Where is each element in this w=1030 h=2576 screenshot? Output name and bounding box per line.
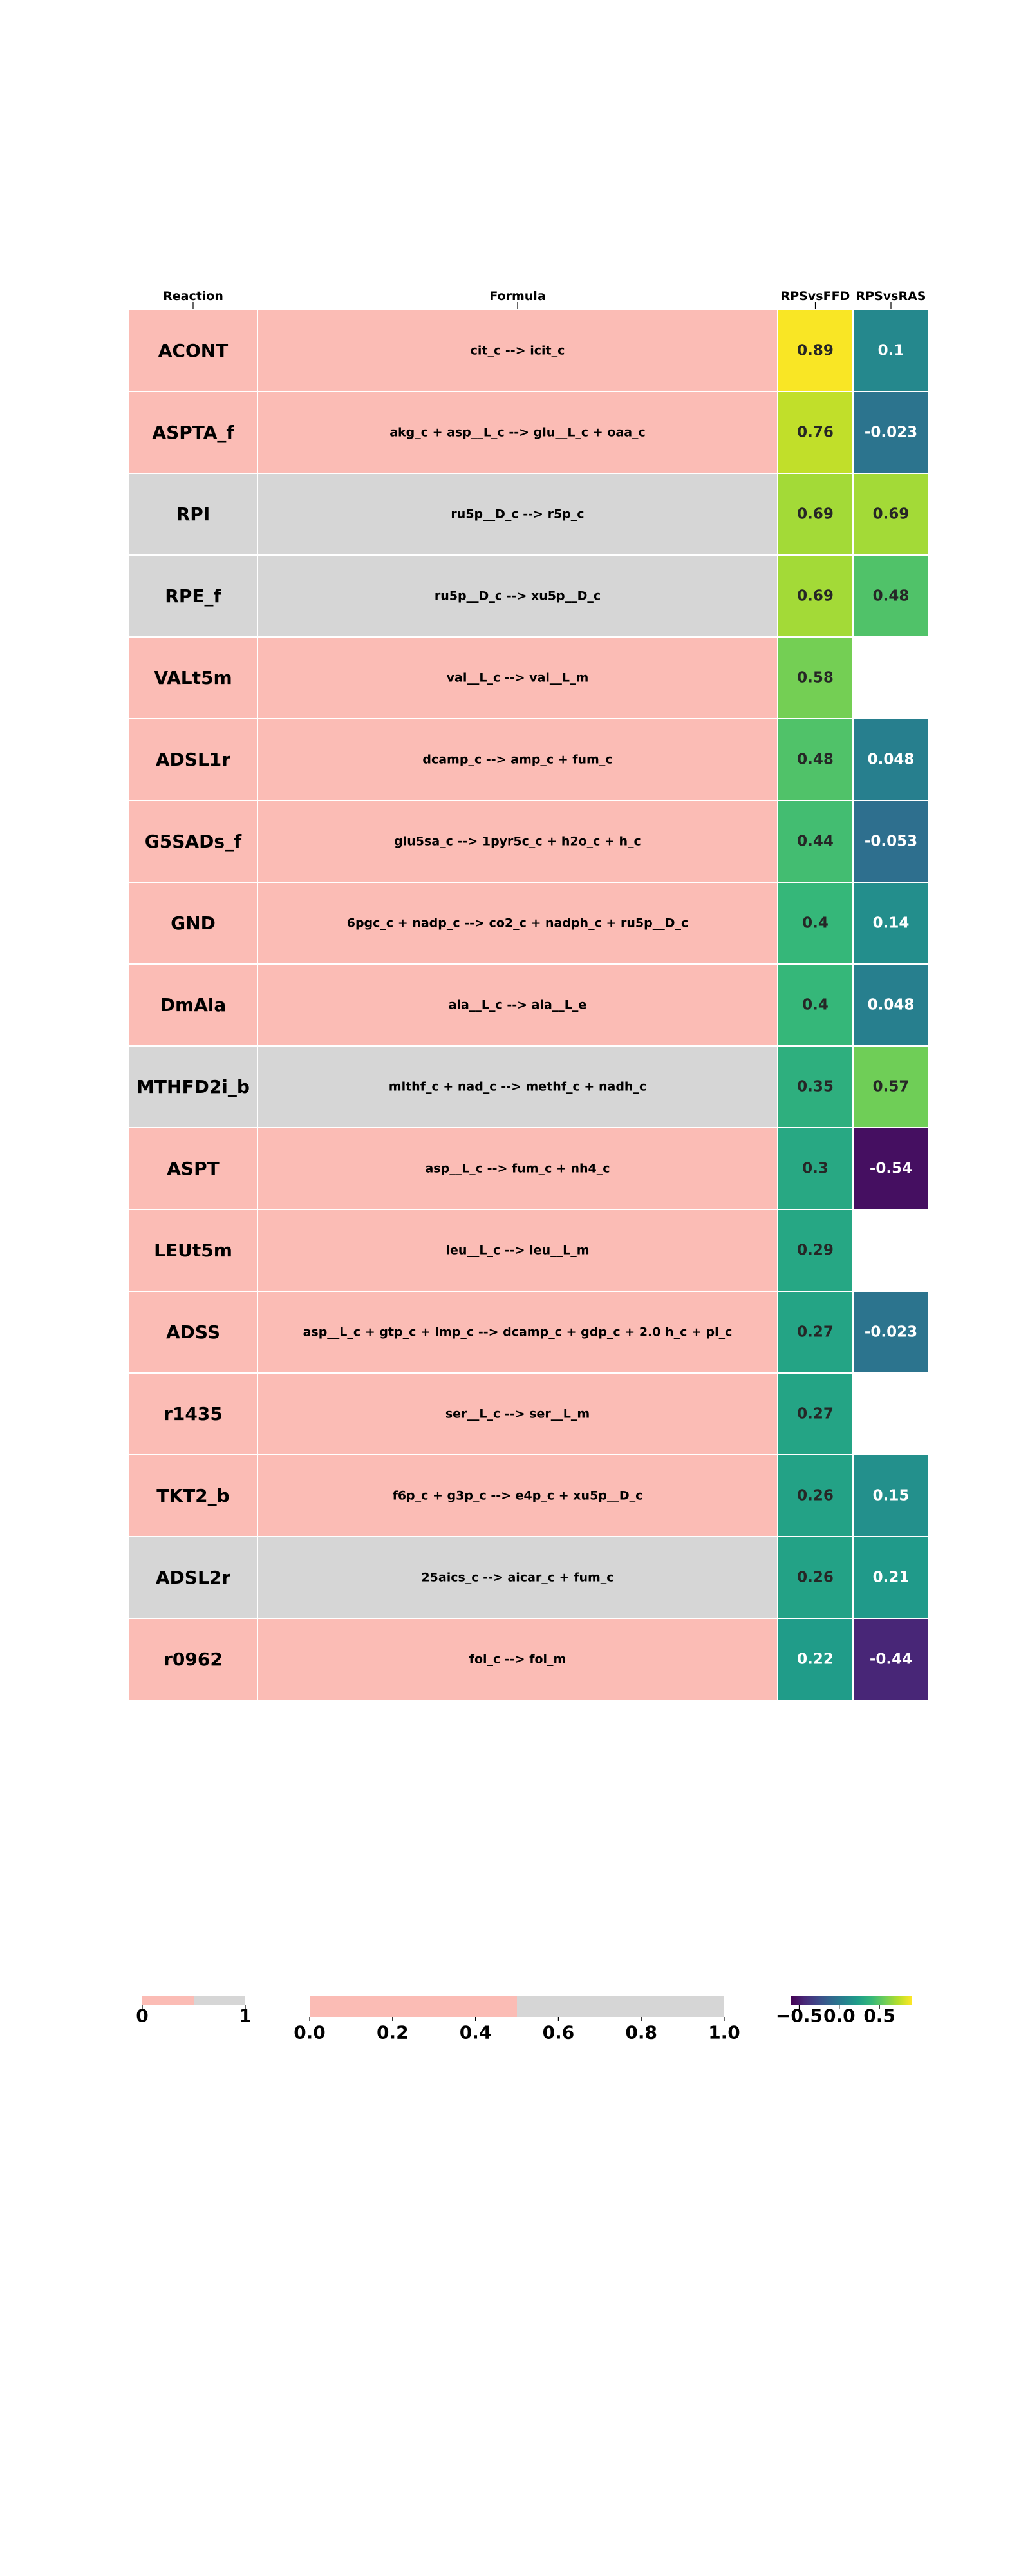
reaction-label: G5SADs_f	[145, 831, 242, 852]
value-label-RPSvsRAS: 0.15	[873, 1488, 910, 1504]
reaction-label: ADSL1r	[156, 749, 230, 770]
value-label-RPSvsFFD: 0.4	[802, 915, 829, 932]
colorbar2-tick-label: 1.0	[708, 2022, 740, 2043]
value-label-RPSvsFFD: 0.58	[797, 670, 834, 687]
reaction-label: ACONT	[158, 340, 229, 361]
reaction-label: MTHFD2i_b	[136, 1076, 250, 1097]
value-label-RPSvsRAS: -0.44	[870, 1651, 912, 1668]
reaction-label: ADSS	[166, 1321, 220, 1343]
formula-label: mlthf_c + nad_c --> methf_c + nadh_c	[389, 1080, 646, 1094]
value-label-RPSvsFFD: 0.69	[797, 506, 834, 523]
formula-label: 25aics_c --> aicar_c + fum_c	[421, 1571, 613, 1585]
colorbar1-tick-label: 1	[239, 2005, 251, 2027]
formula-label: dcamp_c --> amp_c + fum_c	[422, 753, 612, 767]
value-label-RPSvsRAS: 0.69	[873, 506, 910, 523]
colorbar2-tick-label: 0.4	[460, 2022, 492, 2043]
colorbar1-tick-label: 0	[136, 2005, 148, 2027]
colorbar1-segment	[194, 1996, 245, 2005]
value-label-RPSvsFFD: 0.27	[797, 1406, 834, 1423]
colorbar2-tick-label: 0.8	[625, 2022, 657, 2043]
value-label-RPSvsFFD: 0.48	[797, 752, 834, 768]
heatmap-figure: Reaction Formula RPSvsFFD RPSvsRAS ACONT cit_…	[128, 289, 930, 2043]
value-label-RPSvsRAS: -0.053	[865, 833, 917, 850]
value-label-RPSvsRAS: 0.57	[873, 1079, 910, 1095]
value-label-RPSvsFFD: 0.26	[797, 1488, 834, 1504]
reaction-label: r1435	[164, 1403, 223, 1425]
formula-label: asp__L_c --> fum_c + nh4_c	[425, 1162, 610, 1176]
reaction-label: VALt5m	[154, 667, 232, 688]
reaction-label: DmAla	[160, 994, 227, 1016]
reaction-label: r0962	[164, 1649, 223, 1670]
reaction-label: ASPT	[167, 1158, 219, 1179]
reaction-label: RPI	[176, 504, 211, 525]
value-label-RPSvsRAS: 0.1	[878, 343, 904, 359]
value-label-RPSvsFFD: 0.29	[797, 1242, 834, 1259]
colorbar2-tick-label: 0.0	[294, 2022, 326, 2043]
value-label-RPSvsFFD: 0.22	[797, 1651, 834, 1668]
reaction-label: GND	[171, 913, 216, 934]
colorbar3-tick-label: 0.5	[863, 2005, 895, 2027]
column-header: RPSvsRAS	[856, 289, 926, 303]
colorbar2-tick-label: 0.6	[543, 2022, 575, 2043]
reaction-label: ASPTA_f	[152, 422, 234, 443]
formula-label: ru5p__D_c --> xu5p__D_c	[435, 589, 601, 603]
value-label-RPSvsFFD: 0.4	[802, 997, 829, 1014]
value-label-RPSvsFFD: 0.44	[797, 833, 834, 850]
reaction-label: LEUt5m	[154, 1240, 232, 1261]
formula-label: fol_c --> fol_m	[469, 1653, 566, 1667]
value-label-RPSvsFFD: 0.69	[797, 588, 834, 605]
value-label-RPSvsFFD: 0.26	[797, 1569, 834, 1586]
formula-label: ser__L_c --> ser__L_m	[445, 1407, 590, 1421]
value-label-RPSvsFFD: 0.27	[797, 1324, 834, 1341]
column-header: Formula	[489, 289, 545, 303]
formula-label: cit_c --> icit_c	[471, 344, 565, 358]
formula-label: ru5p__D_c --> r5p_c	[451, 507, 584, 522]
colorbar2-segment	[310, 1996, 517, 2017]
formula-label: ala__L_c --> ala__L_e	[449, 998, 587, 1012]
colorbar3-gradient	[791, 1996, 912, 2005]
colorbar3-tick-label: −0.5	[776, 2005, 823, 2027]
reaction-label: ADSL2r	[156, 1567, 230, 1588]
value-label-RPSvsRAS: 0.048	[868, 997, 915, 1014]
colorbar2-segment	[517, 1996, 724, 2017]
value-label-RPSvsRAS: -0.023	[865, 424, 917, 441]
formula-label: val__L_c --> val__L_m	[447, 671, 589, 685]
formula-label: glu5sa_c --> 1pyr5c_c + h2o_c + h_c	[394, 835, 641, 849]
value-label-RPSvsFFD: 0.89	[797, 343, 834, 359]
formula-label: f6p_c + g3p_c --> e4p_c + xu5p__D_c	[393, 1489, 643, 1503]
value-label-RPSvsRAS: 0.21	[873, 1569, 910, 1586]
value-label-RPSvsFFD: 0.3	[802, 1160, 829, 1177]
value-label-RPSvsFFD: 0.76	[797, 424, 834, 441]
reaction-label: RPE_f	[165, 585, 221, 607]
reaction-label: TKT2_b	[156, 1485, 229, 1506]
column-header: Reaction	[163, 289, 223, 303]
colorbar2-tick-label: 0.2	[377, 2022, 409, 2043]
formula-label: akg_c + asp__L_c --> glu__L_c + oaa_c	[389, 426, 646, 440]
value-label-RPSvsFFD: 0.35	[797, 1079, 834, 1095]
value-label-RPSvsRAS: -0.54	[870, 1160, 912, 1177]
value-label-RPSvsRAS: -0.023	[865, 1324, 917, 1341]
formula-label: asp__L_c + gtp_c + imp_c --> dcamp_c + g…	[303, 1325, 733, 1340]
colorbar3-tick-label: 0.0	[823, 2005, 856, 2027]
formula-label: 6pgc_c + nadp_c --> co2_c + nadph_c + ru…	[347, 916, 689, 931]
value-label-RPSvsRAS: 0.14	[873, 915, 910, 932]
formula-label: leu__L_c --> leu__L_m	[445, 1244, 589, 1258]
column-header: RPSvsFFD	[781, 289, 850, 303]
value-label-RPSvsRAS: 0.48	[873, 588, 910, 605]
colorbar1-segment	[142, 1996, 194, 2005]
value-label-RPSvsRAS: 0.048	[868, 752, 915, 768]
